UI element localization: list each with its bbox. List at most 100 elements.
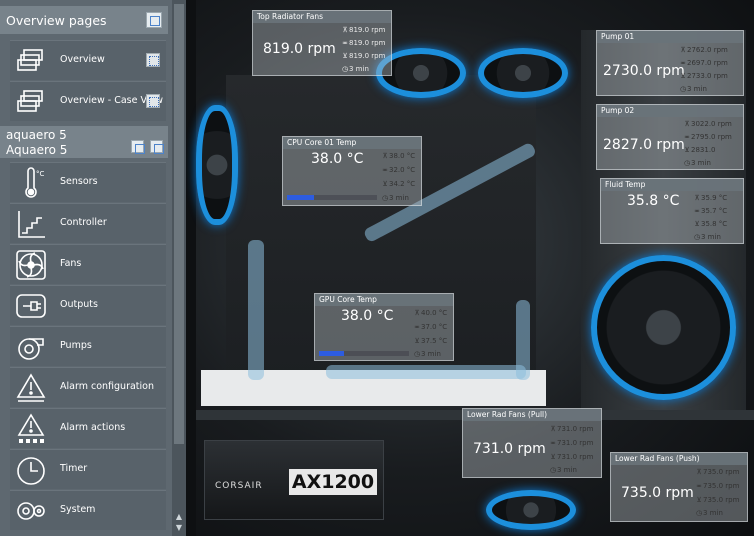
sidebar-scrollbar[interactable]: ▲ ▼: [172, 0, 186, 536]
min-icon: ⊻: [696, 496, 702, 504]
sidebar-item-alarm-configuration[interactable]: Alarm configuration: [10, 367, 166, 407]
sidebar-item-label: Outputs: [60, 299, 98, 310]
stat-interval: ◷3 min: [695, 509, 723, 517]
min-icon: ⊻: [694, 220, 700, 228]
sidebar-item-fans[interactable]: Fans: [10, 244, 166, 284]
max-icon: ⊼: [680, 46, 686, 54]
stat-interval: ◷3 min: [341, 65, 369, 73]
sidebar-item-controller[interactable]: Controller: [10, 203, 166, 243]
clock-icon: ◷: [695, 509, 703, 517]
stat-interval: ◷3 min: [381, 194, 409, 202]
stat-interval: ◷3 min: [693, 233, 721, 241]
panel-top-radiator-fans[interactable]: Top Radiator Fans 819.0 rpm ⊼819.0 rpm ≖…: [252, 10, 392, 76]
thermometer-icon: °C: [14, 166, 48, 200]
device-view-icon[interactable]: [131, 140, 145, 154]
sidebar-item-overview[interactable]: Overview: [10, 40, 166, 80]
case-view: CORSAIR AX1200 Top Radiator Fans 819.0 r…: [186, 0, 754, 536]
max-icon: ⊼: [696, 468, 702, 476]
sidebar-item-alarm-actions[interactable]: Alarm actions: [10, 408, 166, 448]
max-icon: ⊼: [684, 120, 690, 128]
sidebar-item-sensors[interactable]: °C Sensors: [10, 162, 166, 202]
stat-max: ⊼735.0 rpm: [696, 468, 740, 476]
sidebar-item-label: Alarm configuration: [60, 381, 154, 392]
top-fan-2: [478, 48, 568, 98]
sidebar-item-outputs[interactable]: Outputs: [10, 285, 166, 325]
min-icon: ⊻: [414, 337, 420, 345]
panel-lower-rad-fans-push[interactable]: Lower Rad Fans (Push) 735.0 rpm ⊼735.0 r…: [610, 452, 748, 522]
max-icon: ⊼: [414, 309, 420, 317]
panel-title: GPU Core Temp: [315, 294, 453, 306]
stat-min: ⊻34.2 °C: [382, 180, 416, 188]
add-page-icon[interactable]: [146, 12, 162, 28]
stat-max: ⊼731.0 rpm: [550, 425, 594, 433]
device-settings-icon[interactable]: [150, 140, 164, 154]
stat-min: ⊻731.0 rpm: [550, 453, 594, 461]
panel-pump02[interactable]: Pump 02 2827.0 rpm ⊼3022.0 rpm ≖2795.0 r…: [596, 104, 744, 170]
scroll-down-icon[interactable]: ▼: [174, 523, 184, 533]
psu-model: AX1200: [289, 469, 377, 495]
min-icon: ⊻: [550, 453, 556, 461]
panel-title: Lower Rad Fans (Push): [611, 453, 747, 465]
alarm-config-icon: [14, 371, 48, 405]
page-settings-icon[interactable]: [146, 53, 160, 67]
stat-interval: ◷3 min: [679, 85, 707, 93]
stat-avg: ≖819.0 rpm: [342, 39, 386, 47]
panel-gpu-core-temp[interactable]: GPU Core Temp 38.0 °C ⊼40.0 °C ≖37.0 °C …: [314, 293, 454, 361]
panel-title: Pump 01: [597, 31, 743, 43]
clock-icon: ◷: [549, 466, 557, 474]
panel-value: 819.0 rpm: [263, 41, 336, 57]
min-icon: ⊻: [684, 146, 690, 154]
sidebar-item-label: Controller: [60, 217, 107, 228]
overview-pages-header[interactable]: Overview pages: [0, 6, 168, 34]
sidebar-item-label: System: [60, 504, 96, 515]
sidebar-item-overview-case-view[interactable]: Overview - Case View: [10, 81, 166, 121]
stat-avg: ≖32.0 °C: [382, 166, 416, 174]
sidebar-item-label: Pumps: [60, 340, 92, 351]
device-header[interactable]: aquaero 5 Aquaero 5: [0, 126, 168, 158]
psu-brand: CORSAIR: [215, 481, 263, 491]
panel-fluid-temp[interactable]: Fluid Temp 35.8 °C ⊼35.9 °C ≖35.7 °C ⊻35…: [600, 178, 744, 244]
svg-text:°C: °C: [36, 170, 45, 178]
stat-min: ⊻35.8 °C: [694, 220, 728, 228]
stat-max: ⊼3022.0 rpm: [684, 120, 732, 128]
clock-icon: ◷: [679, 85, 687, 93]
sidebar-item-label: Overview: [60, 54, 105, 65]
stat-avg: ≖731.0 rpm: [550, 439, 594, 447]
front-fan: [591, 255, 736, 400]
sidebar: Overview pages Overview Overview - Case …: [0, 0, 186, 536]
panel-cpu-core-temp[interactable]: CPU Core 01 Temp 38.0 °C ⊼38.0 °C ≖32.0 …: [282, 136, 422, 206]
stat-max: ⊼40.0 °C: [414, 309, 448, 317]
stat-min: ⊻2831.0: [684, 146, 716, 154]
scroll-up-icon[interactable]: ▲: [174, 512, 184, 522]
avg-icon: ≖: [696, 482, 702, 490]
stat-min: ⊻37.5 °C: [414, 337, 448, 345]
sidebar-item-timer[interactable]: Timer: [10, 449, 166, 489]
sidebar-scroll-thumb[interactable]: [174, 4, 184, 444]
clock-icon: ◷: [341, 65, 349, 73]
stat-min: ⊻819.0 rpm: [342, 52, 386, 60]
sidebar-item-pumps[interactable]: Pumps: [10, 326, 166, 366]
stat-interval: ◷3 min: [683, 159, 711, 167]
sidebar-item-system[interactable]: System: [10, 490, 166, 530]
panel-value: 2730.0 rpm: [603, 63, 685, 79]
stat-max: ⊼35.9 °C: [694, 194, 728, 202]
alarm-actions-icon: [14, 412, 48, 446]
panel-lower-rad-fans-pull[interactable]: Lower Rad Fans (Pull) 731.0 rpm ⊼731.0 r…: [462, 408, 602, 478]
avg-icon: ≖: [342, 39, 348, 47]
stat-interval: ◷3 min: [549, 466, 577, 474]
page-settings-icon[interactable]: [146, 94, 160, 108]
max-icon: ⊼: [694, 194, 700, 202]
avg-icon: ≖: [680, 59, 686, 67]
max-icon: ⊼: [550, 425, 556, 433]
panel-pump01[interactable]: Pump 01 2730.0 rpm ⊼2762.0 rpm ≖2697.0 r…: [596, 30, 744, 96]
controller-icon: [14, 207, 48, 241]
sidebar-item-label: Sensors: [60, 176, 98, 187]
stat-avg: ≖35.7 °C: [694, 207, 728, 215]
stat-min: ⊻2733.0 rpm: [680, 72, 728, 80]
clock-icon: ◷: [413, 350, 421, 358]
panel-value: 35.8 °C: [627, 193, 680, 209]
min-icon: ⊻: [680, 72, 686, 80]
sidebar-item-label: Alarm actions: [60, 422, 126, 433]
overview-pages-title: Overview pages: [6, 13, 107, 28]
power-supply: CORSAIR AX1200: [204, 440, 384, 520]
